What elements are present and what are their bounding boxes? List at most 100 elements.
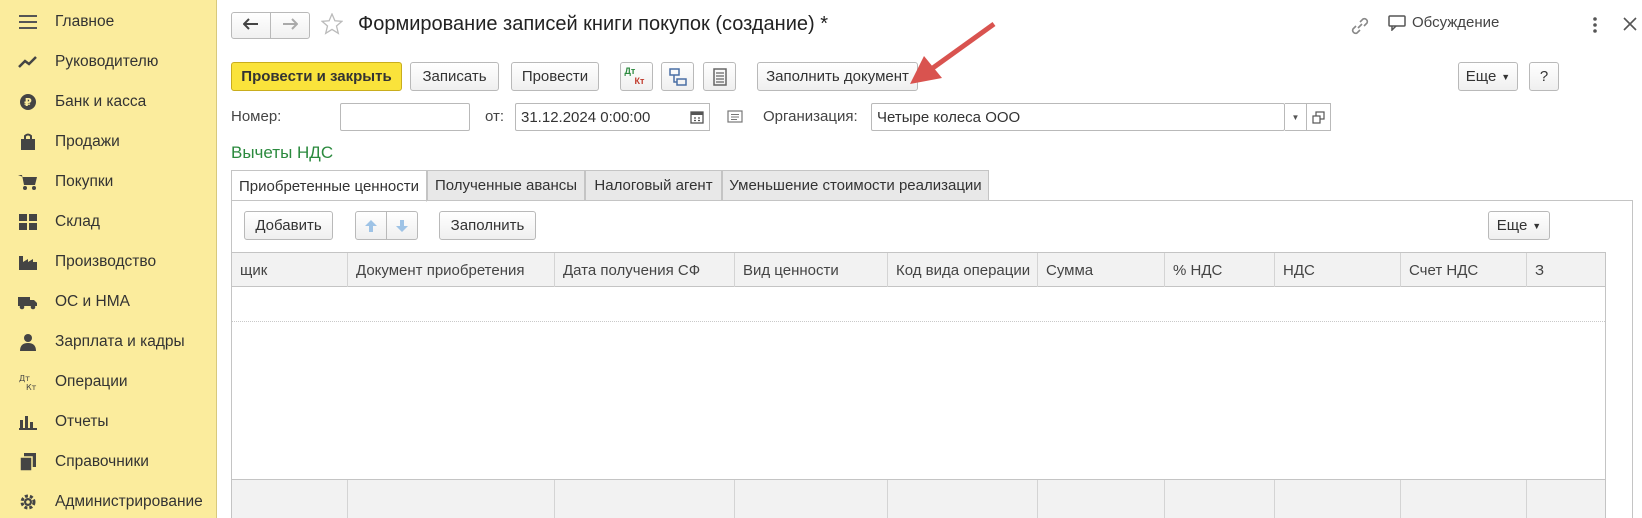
- column-header[interactable]: Сумма: [1038, 253, 1165, 287]
- factory-icon: [18, 252, 38, 272]
- footer-cell: [348, 480, 555, 518]
- link-icon[interactable]: [1350, 16, 1370, 40]
- date-field[interactable]: 31.12.2024 0:00:00: [515, 103, 689, 131]
- post-button[interactable]: Провести: [511, 62, 599, 91]
- close-icon[interactable]: [1623, 17, 1637, 35]
- more-button[interactable]: Еще ▼: [1458, 62, 1518, 91]
- sidebar-item-manager[interactable]: Руководителю: [0, 42, 217, 82]
- hierarchy-icon: [668, 67, 687, 86]
- footer-cell: [555, 480, 735, 518]
- svg-text:Дт: Дт: [19, 374, 30, 383]
- sidebar-item-sales[interactable]: Продажи: [0, 122, 217, 162]
- footer-cell: [888, 480, 1038, 518]
- sidebar-item-label: Операции: [55, 373, 128, 390]
- warehouse-icon: [18, 212, 38, 232]
- structure-button[interactable]: [661, 62, 694, 91]
- table-footer: [232, 479, 1605, 518]
- tab-acquired-values[interactable]: Приобретенные ценности: [231, 170, 427, 202]
- comment-icon[interactable]: [727, 110, 743, 128]
- star-icon[interactable]: [320, 12, 344, 39]
- trend-icon: [18, 52, 38, 72]
- sidebar-item-label: Отчеты: [55, 413, 109, 430]
- sidebar-item-warehouse[interactable]: Склад: [0, 202, 217, 242]
- page-title: Формирование записей книги покупок (созд…: [358, 13, 829, 35]
- organization-field[interactable]: Четыре колеса ООО: [871, 103, 1285, 131]
- back-button[interactable]: [231, 12, 271, 39]
- number-field[interactable]: [340, 103, 470, 131]
- move-down-button[interactable]: [386, 211, 418, 240]
- sidebar-item-purchases[interactable]: Покупки: [0, 162, 217, 202]
- move-up-button[interactable]: [355, 211, 387, 240]
- help-button[interactable]: ?: [1529, 62, 1559, 91]
- kt-label: Кт: [634, 75, 645, 86]
- sidebar-item-label: Зарплата и кадры: [55, 333, 185, 350]
- dt-kt-icon: Дт Кт: [625, 66, 649, 88]
- footer-cell: [735, 480, 888, 518]
- fill-document-button[interactable]: Заполнить документ: [757, 62, 918, 91]
- column-header[interactable]: % НДС: [1165, 253, 1275, 287]
- sidebar-item-fixed-assets[interactable]: ОС и НМА: [0, 282, 217, 322]
- arrow-right-icon: [282, 17, 299, 34]
- bar-chart-icon: [18, 412, 38, 432]
- number-label: Номер:: [231, 108, 282, 125]
- column-header[interactable]: НДС: [1275, 253, 1401, 287]
- column-header[interactable]: Дата получения СФ: [555, 253, 735, 287]
- chevron-down-icon: ▼: [1291, 112, 1300, 122]
- discussion-button[interactable]: Обсуждение: [1388, 14, 1499, 31]
- table-header: щик Документ приобретения Дата получения…: [232, 253, 1605, 287]
- sidebar-item-label: Главное: [55, 13, 115, 30]
- sidebar-item-bank[interactable]: ₽ Банк и касса: [0, 82, 217, 122]
- sidebar-item-label: Покупки: [55, 173, 114, 190]
- tab-tax-agent[interactable]: Налоговый агент: [585, 170, 722, 201]
- save-button[interactable]: Записать: [410, 62, 499, 91]
- table-row[interactable]: [232, 287, 1605, 322]
- sidebar-item-admin[interactable]: Администрирование: [0, 482, 217, 518]
- add-row-button[interactable]: Добавить: [244, 211, 333, 240]
- more-label: Еще: [1465, 68, 1497, 85]
- column-header[interactable]: Документ приобретения: [348, 253, 555, 287]
- sidebar-item-label: Склад: [55, 213, 100, 230]
- column-header[interactable]: З: [1527, 253, 1605, 287]
- dt-kt-button[interactable]: Дт Кт: [620, 62, 653, 91]
- sidebar-item-label: Производство: [55, 253, 157, 270]
- date-label: от:: [485, 108, 505, 125]
- books-icon: [18, 452, 38, 472]
- column-header[interactable]: Код вида операции: [888, 253, 1038, 287]
- bag-icon: [18, 132, 38, 152]
- sidebar-item-salary[interactable]: Зарплата и кадры: [0, 322, 217, 362]
- document-list-icon: [712, 67, 727, 86]
- svg-text:₽: ₽: [24, 96, 32, 109]
- organization-label: Организация:: [763, 108, 858, 125]
- table-more-button[interactable]: Еще ▼: [1488, 211, 1550, 240]
- report-button[interactable]: [703, 62, 736, 91]
- cart-icon: [18, 172, 38, 192]
- tab-received-advances[interactable]: Полученные авансы: [427, 170, 585, 201]
- forward-button[interactable]: [270, 12, 310, 39]
- sidebar-item-production[interactable]: Производство: [0, 242, 217, 282]
- sidebar-item-label: ОС и НМА: [55, 293, 130, 310]
- calendar-button[interactable]: [685, 103, 710, 131]
- organization-open-button[interactable]: [1307, 103, 1331, 131]
- footer-cell: [1038, 480, 1165, 518]
- svg-text:Кт: Кт: [26, 383, 37, 391]
- arrow-left-icon: [242, 17, 259, 34]
- post-and-close-button[interactable]: Провести и закрыть: [231, 62, 402, 91]
- fill-table-button[interactable]: Заполнить: [439, 211, 536, 240]
- footer-cell: [1275, 480, 1401, 518]
- sidebar-item-operations[interactable]: Дт Кт Операции: [0, 362, 217, 402]
- tab-sales-cost-reduction[interactable]: Уменьшение стоимости реализации: [722, 170, 989, 201]
- sidebar-item-label: Справочники: [55, 453, 149, 470]
- more-vertical-icon[interactable]: [1592, 16, 1598, 38]
- column-header[interactable]: Вид ценности: [735, 253, 888, 287]
- column-header[interactable]: щик: [232, 253, 348, 287]
- open-window-icon: [1312, 110, 1325, 124]
- dt-kt-icon: Дт Кт: [18, 372, 38, 392]
- sidebar-item-label: Руководителю: [55, 53, 159, 70]
- sidebar-item-reports[interactable]: Отчеты: [0, 402, 217, 442]
- sidebar-item-catalogs[interactable]: Справочники: [0, 442, 217, 482]
- column-header[interactable]: Счет НДС: [1401, 253, 1527, 287]
- sidebar-item-main[interactable]: Главное: [0, 2, 217, 42]
- organization-dropdown-button[interactable]: ▼: [1285, 103, 1307, 131]
- person-icon: [18, 332, 38, 352]
- sidebar: Главное Руководителю ₽ Банк и касса Прод…: [0, 0, 217, 518]
